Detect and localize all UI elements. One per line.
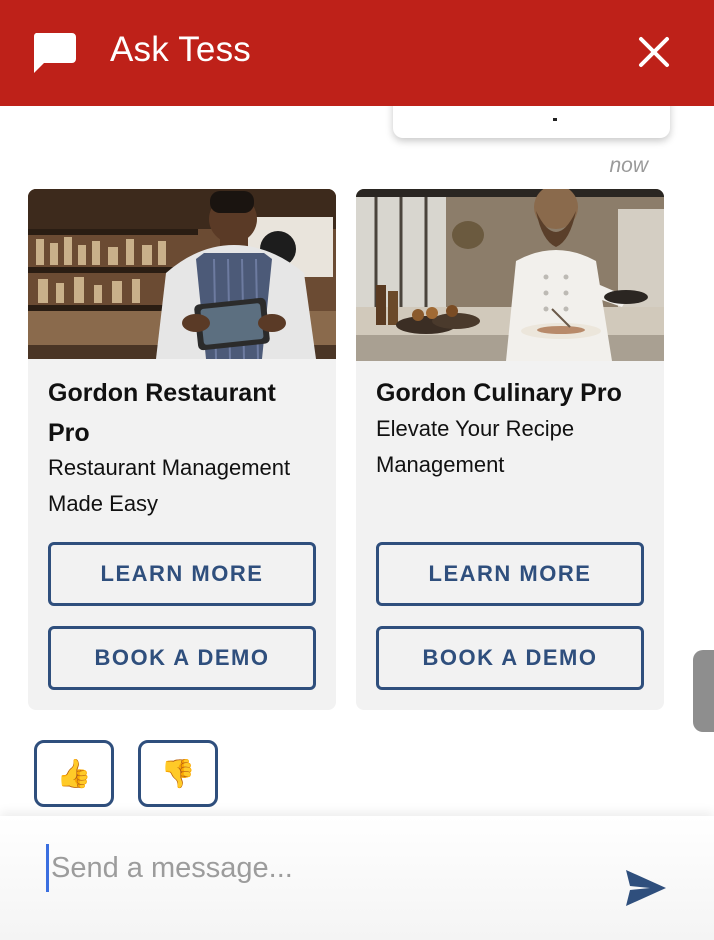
chat-header: Ask Tess (0, 0, 714, 106)
chat-title: Ask Tess (110, 30, 252, 69)
send-icon (626, 870, 666, 906)
message-composer (0, 816, 714, 940)
previous-message-bubble (393, 106, 670, 138)
thumbs-down-button[interactable]: 👎 (138, 740, 218, 807)
scrollbar-thumb[interactable] (693, 650, 714, 732)
product-card-restaurant-pro: Gordon Restaurant Pro Restaurant Managem… (28, 189, 336, 710)
message-input[interactable] (46, 844, 586, 892)
thumbs-up-icon: 👍 (56, 757, 92, 789)
chat-bubble-icon (33, 33, 76, 73)
close-icon (639, 37, 669, 67)
card-title: Gordon Restaurant Pro (48, 379, 276, 447)
close-button[interactable] (632, 30, 676, 74)
waiter-with-tablet-photo (28, 189, 336, 359)
thumbs-down-icon: 👎 (160, 757, 196, 789)
book-demo-button[interactable]: BOOK A DEMO (48, 626, 316, 690)
product-card-culinary-pro: Gordon Culinary Pro Elevate Your Recipe … (356, 189, 664, 710)
card-title: Gordon Culinary Pro (376, 379, 622, 407)
thumbs-up-button[interactable]: 👍 (34, 740, 114, 807)
chef-plating-photo (356, 189, 664, 361)
card-subtitle: Elevate Your Recipe Management (376, 416, 575, 477)
message-timestamp: now (609, 154, 648, 177)
message-list[interactable]: now Gordon Restaurant Pro Restaurant Man… (0, 106, 714, 816)
book-demo-button[interactable]: BOOK A DEMO (376, 626, 644, 690)
send-button[interactable] (624, 868, 668, 908)
card-subtitle: Restaurant Management Made Easy (48, 455, 291, 516)
learn-more-button[interactable]: LEARN MORE (376, 542, 644, 606)
learn-more-button[interactable]: LEARN MORE (48, 542, 316, 606)
